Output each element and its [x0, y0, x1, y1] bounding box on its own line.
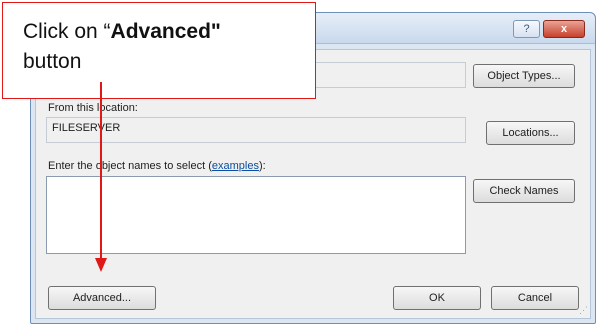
enter-names-label-text: Enter the object names to select ( [48, 160, 212, 172]
from-location-label-text: From this location: [48, 102, 138, 114]
cancel-button[interactable]: Cancel [491, 286, 579, 310]
from-location-label: From this location: [48, 102, 138, 114]
callout-text-line2: button [23, 50, 82, 73]
close-icon: x [560, 23, 568, 35]
advanced-button[interactable]: Advanced... [48, 286, 156, 310]
object-names-textarea[interactable] [46, 176, 466, 254]
instruction-callout: Click on “Advanced" button [2, 2, 316, 99]
check-names-button-label: Check Names [489, 185, 559, 197]
callout-text-prefix: Click on “ [23, 20, 111, 43]
advanced-button-label: Advanced... [72, 292, 132, 304]
enter-names-label-suffix: ): [258, 160, 266, 172]
object-types-button-label: Object Types... [487, 70, 561, 82]
screenshot-stage: ? x Object Types... From this location: … [0, 0, 598, 326]
callout-arrow-head-icon [95, 258, 107, 272]
locations-button-label: Locations... [502, 127, 559, 139]
close-button[interactable]: x [543, 20, 585, 38]
from-location-value: FILESERVER [52, 122, 121, 134]
locations-button[interactable]: Locations... [486, 121, 575, 145]
help-button[interactable]: ? [513, 20, 540, 38]
ok-button-label: OK [429, 292, 445, 304]
check-names-button[interactable]: Check Names [473, 179, 575, 203]
ok-button[interactable]: OK [393, 286, 481, 310]
callout-text-suffix: " [210, 20, 221, 43]
resize-grip-icon[interactable]: ⋰ [579, 305, 588, 316]
callout-arrow-line [100, 82, 102, 258]
callout-text-bold: Advanced [110, 20, 211, 43]
examples-link[interactable]: examples [212, 160, 259, 172]
help-icon: ? [523, 23, 530, 35]
from-location-field: FILESERVER [46, 117, 466, 143]
cancel-button-label: Cancel [517, 292, 553, 304]
enter-names-label: Enter the object names to select (exampl… [48, 160, 266, 172]
object-types-button[interactable]: Object Types... [473, 64, 575, 88]
